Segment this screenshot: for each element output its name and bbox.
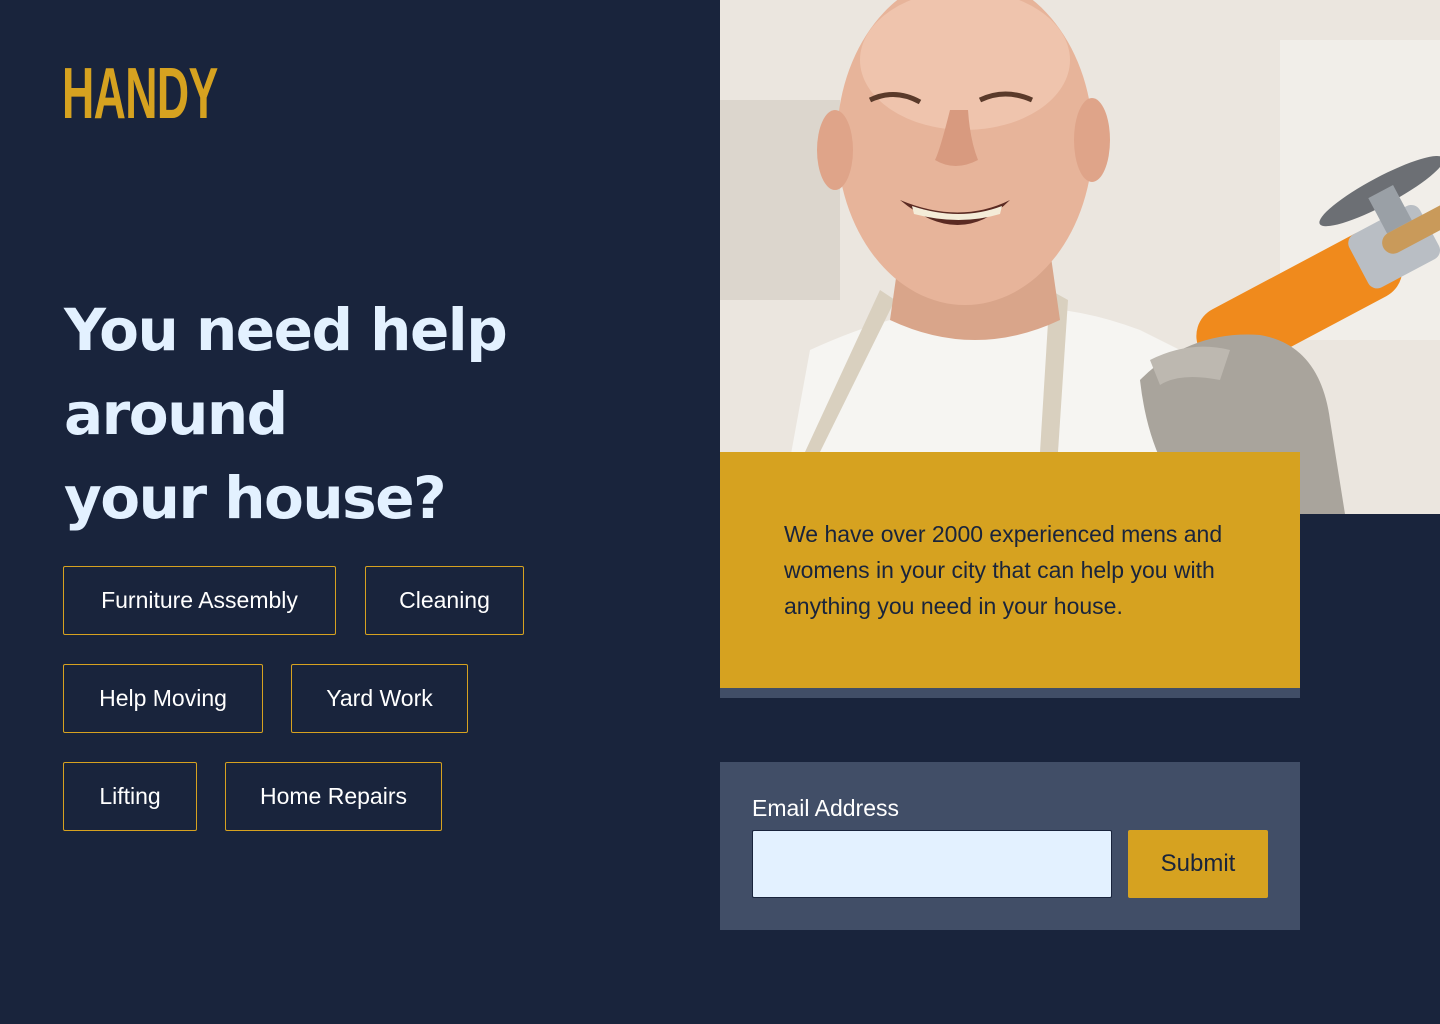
handyman-illustration [720, 0, 1440, 514]
submit-button[interactable]: Submit [1128, 830, 1268, 898]
info-panel-underline [720, 688, 1300, 698]
handyman-photo [720, 0, 1440, 514]
service-tag-home-repairs[interactable]: Home Repairs [225, 762, 442, 831]
service-tag-yard-work[interactable]: Yard Work [291, 664, 468, 733]
email-input[interactable] [752, 830, 1112, 898]
headline-line-2: around [64, 380, 288, 448]
service-tag-lifting[interactable]: Lifting [63, 762, 197, 831]
info-text: We have over 2000 experienced mens and w… [784, 521, 1223, 619]
service-tag-furniture-assembly[interactable]: Furniture Assembly [63, 566, 336, 635]
headline-line-1: You need help [64, 296, 508, 364]
headline-line-3: your house? [64, 464, 447, 532]
service-tag-cleaning[interactable]: Cleaning [365, 566, 524, 635]
email-label: Email Address [752, 795, 900, 821]
page-headline: You need help around your house? [64, 288, 624, 540]
service-tag-help-moving[interactable]: Help Moving [63, 664, 263, 733]
brand-logo[interactable]: HANDY [62, 58, 218, 130]
